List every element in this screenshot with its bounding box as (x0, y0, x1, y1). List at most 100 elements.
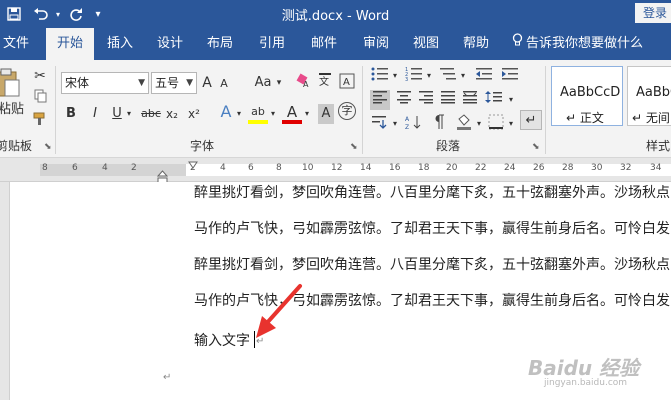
chevron-down-icon[interactable]: ▾ (458, 66, 468, 86)
enclose-chars-button[interactable]: 字 (338, 102, 356, 120)
tab-design[interactable]: 设计 (150, 28, 190, 60)
chevron-down-icon[interactable]: ▾ (302, 104, 312, 124)
align-right-icon[interactable] (416, 90, 436, 110)
superscript-button[interactable]: x² (186, 104, 202, 124)
title-bar: ▾ ▾ 测试.docx - Word 登录 (0, 0, 671, 28)
decrease-indent-icon[interactable] (474, 66, 494, 86)
ruler-tick: 4 (220, 163, 226, 173)
chevron-down-icon[interactable]: ▾ (274, 73, 284, 93)
ruler-tick: 20 (446, 163, 458, 173)
tab-layout[interactable]: 布局 (200, 28, 240, 60)
tab-home[interactable]: 开始 (46, 28, 94, 60)
align-center-icon[interactable] (394, 90, 414, 110)
ruler-tick: 8 (42, 163, 48, 173)
paragraph-group-label: 段落 (436, 139, 461, 153)
char-shading-button[interactable]: A (318, 104, 334, 124)
clear-formatting-icon[interactable]: A (294, 73, 312, 93)
format-painter-icon[interactable] (30, 112, 50, 132)
paste-button[interactable]: 粘贴 (0, 100, 26, 120)
underline-button[interactable]: U (110, 104, 124, 124)
chevron-down-icon: ▼ (138, 78, 145, 88)
tab-help[interactable]: 帮助 (456, 28, 496, 60)
font-size-select[interactable]: 五号 ▼ (151, 72, 197, 94)
borders-icon[interactable] (486, 114, 506, 134)
font-size-value: 五号 (155, 76, 180, 90)
cut-icon[interactable]: ✂ (30, 66, 50, 86)
shading-icon[interactable] (454, 114, 474, 134)
bold-button[interactable]: B (64, 104, 78, 124)
subscript-button[interactable]: x₂ (164, 104, 180, 124)
tell-me-search[interactable]: 告诉我你想要做什么 (512, 28, 643, 60)
phonetic-guide-icon[interactable]: 文 (318, 73, 332, 93)
text-effects-button[interactable]: A (218, 102, 234, 122)
chinese-layout-icon[interactable] (370, 114, 390, 134)
para-settings-icon[interactable]: ↵ (520, 110, 542, 130)
style-sample: AaBbCcD (560, 85, 621, 100)
document-line[interactable]: 醉里挑灯看剑，梦回吹角连营。八百里分麾下炙，五十弦翻塞外声。沙场秋点 (194, 182, 670, 202)
align-left-icon[interactable] (370, 90, 390, 110)
chevron-down-icon[interactable]: ▾ (424, 66, 434, 86)
chevron-down-icon[interactable]: ▾ (234, 104, 244, 124)
lightbulb-icon (512, 28, 526, 60)
ruler-tick: 30 (591, 163, 603, 173)
ruler-tick: 16 (389, 163, 401, 173)
ruler-tick: 28 (562, 163, 574, 173)
copy-icon[interactable] (30, 89, 50, 109)
horizontal-ruler[interactable]: 8 6 4 2 2 4 6 8 10 12 14 16 18 20 22 24 … (0, 158, 671, 182)
increase-indent-icon[interactable] (500, 66, 520, 86)
ruler-tick: 34 (650, 163, 662, 173)
chevron-down-icon[interactable]: ▾ (474, 114, 484, 134)
chevron-down-icon[interactable]: ▾ (390, 114, 400, 134)
clipboard-launcher-icon[interactable]: ⬊ (44, 142, 52, 152)
highlight-button[interactable]: ab (248, 102, 268, 124)
char-border-icon[interactable]: A (338, 73, 356, 93)
font-launcher-icon[interactable]: ⬊ (350, 142, 358, 152)
ruler-tick: 4 (102, 163, 108, 173)
group-separator (55, 66, 56, 154)
document-line[interactable]: 输入文字 (194, 330, 250, 350)
font-name-select[interactable]: 宋体 ▼ (61, 72, 149, 94)
chevron-down-icon[interactable]: ▾ (506, 90, 516, 110)
document-line[interactable]: 醉里挑灯看剑，梦回吹角连营。八百里分麾下炙，五十弦翻塞外声。沙场秋点 (194, 254, 670, 274)
paragraph-launcher-icon[interactable]: ⬊ (532, 142, 540, 152)
show-marks-icon[interactable] (430, 114, 450, 134)
chevron-down-icon[interactable]: ▾ (268, 104, 278, 124)
shrink-font-button[interactable]: A (217, 74, 231, 94)
style-sample: AaBbC (636, 85, 671, 100)
ribbon-home: 粘贴 ✂ 剪贴板 ⬊ 宋体 ▼ 五号 ▼ A A Aa ▾ A 文 A B I … (0, 60, 671, 158)
chevron-down-icon[interactable]: ▾ (390, 66, 400, 86)
svg-text:A: A (405, 116, 410, 123)
grow-font-button[interactable]: A (200, 73, 214, 93)
tab-references[interactable]: 引用 (252, 28, 292, 60)
paste-icon[interactable] (0, 68, 22, 98)
vertical-ruler[interactable] (0, 182, 10, 400)
tab-review[interactable]: 审阅 (356, 28, 396, 60)
sort-icon[interactable]: AZ (404, 114, 424, 134)
style-name: ↵ 正文 (566, 111, 604, 125)
document-line[interactable]: 马作的卢飞快，弓如霹雳弦惊。了却君王天下事，赢得生前身后名。可怜白发 (194, 218, 670, 238)
strikethrough-button[interactable]: abc (140, 104, 162, 124)
tab-file[interactable]: 文件 (0, 28, 32, 60)
tab-mailings[interactable]: 邮件 (304, 28, 344, 60)
change-case-button[interactable]: Aa (252, 73, 274, 93)
tab-insert[interactable]: 插入 (100, 28, 140, 60)
line-spacing-icon[interactable] (484, 90, 504, 110)
ruler-tick: 22 (475, 163, 487, 173)
tab-view[interactable]: 视图 (406, 28, 446, 60)
style-no-spacing[interactable]: AaBbC ↵ 无间 (627, 66, 671, 126)
styles-group-label: 样式 (646, 139, 671, 153)
svg-text:A: A (343, 77, 350, 88)
multilevel-list-icon[interactable] (438, 66, 458, 86)
login-button[interactable]: 登录 (635, 3, 671, 23)
justify-icon[interactable] (438, 90, 458, 110)
first-line-indent-icon[interactable] (188, 158, 198, 169)
bullets-icon[interactable] (370, 66, 390, 86)
distributed-icon[interactable] (460, 90, 480, 110)
italic-button[interactable]: I (88, 104, 102, 124)
numbering-icon[interactable]: 123 (404, 66, 424, 86)
chevron-down-icon[interactable]: ▾ (124, 104, 134, 124)
style-normal[interactable]: AaBbCcD ↵ 正文 (551, 66, 623, 126)
chevron-down-icon[interactable]: ▾ (506, 114, 516, 134)
ruler-tick: 12 (331, 163, 343, 173)
font-color-button[interactable]: A (282, 102, 302, 124)
